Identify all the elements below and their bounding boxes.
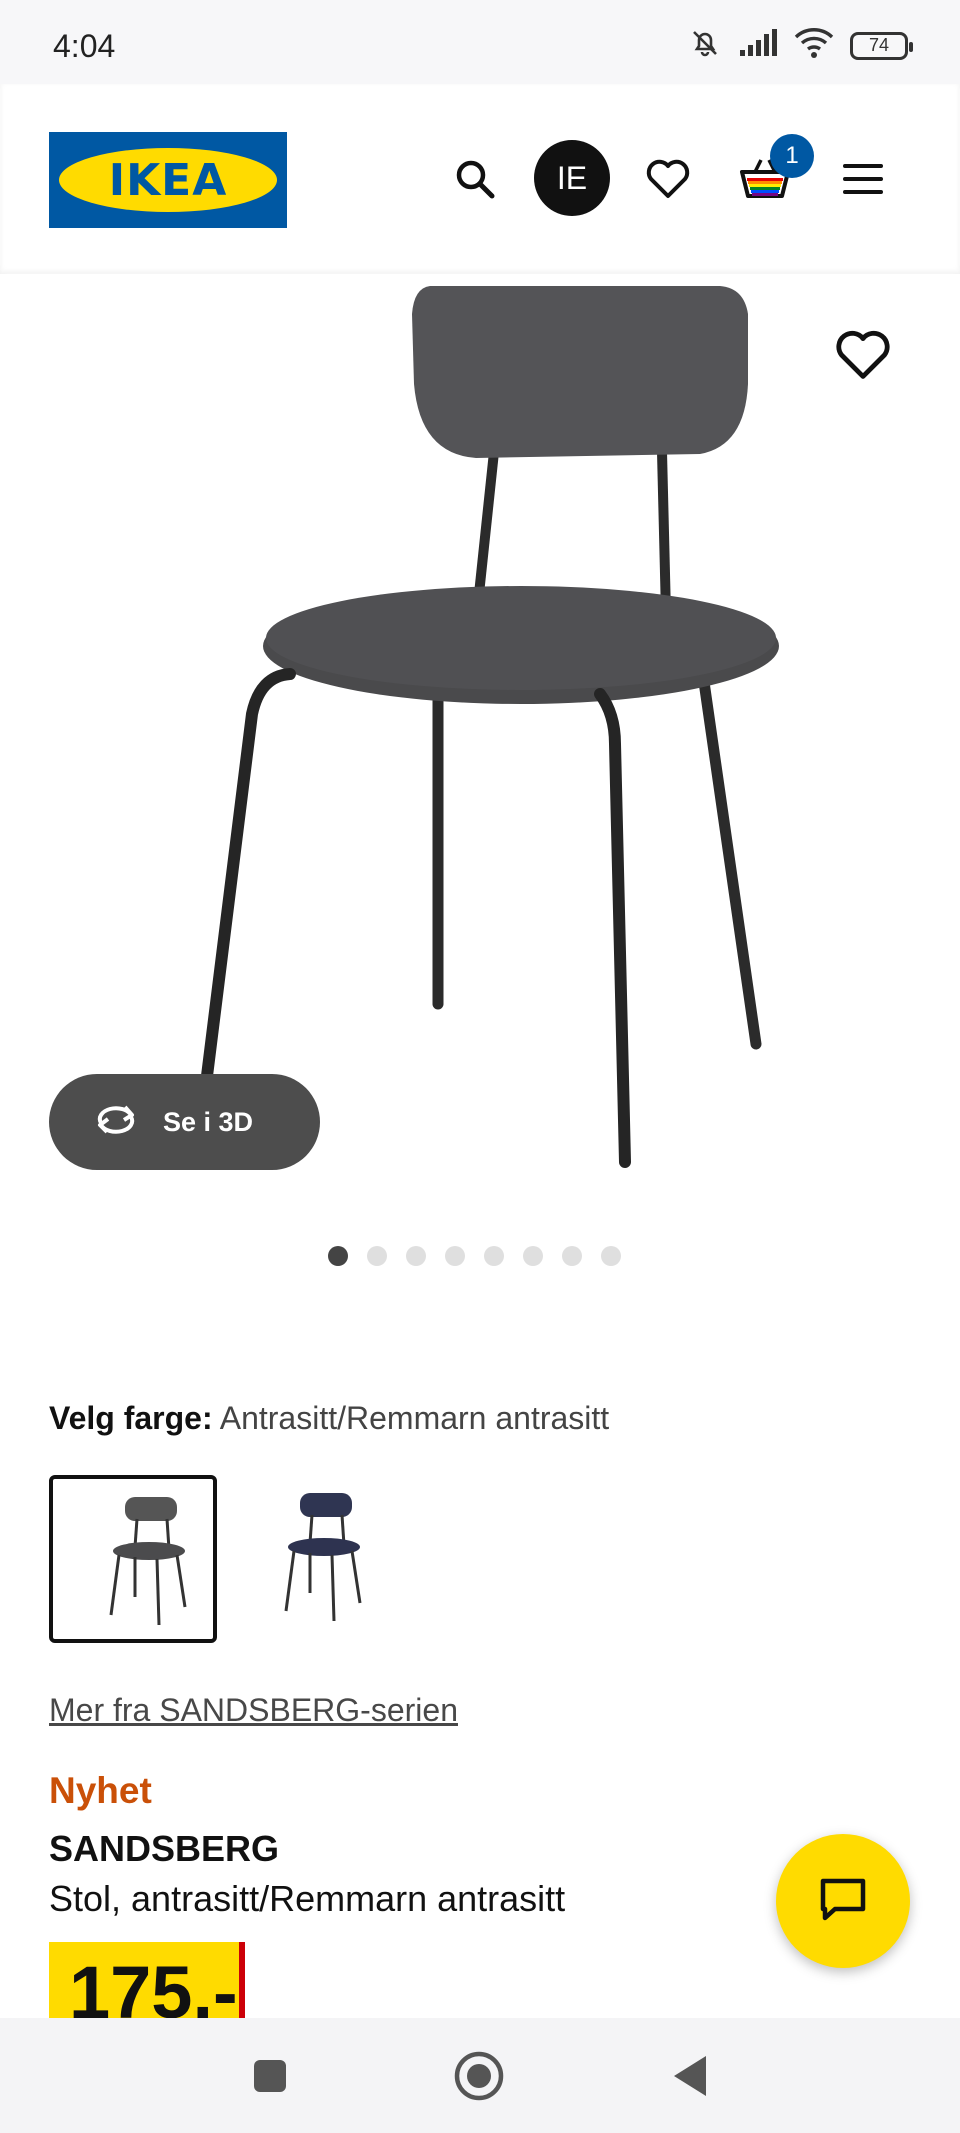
- gallery-dot[interactable]: [366, 1246, 387, 1266]
- price-tag: 175.-: [49, 1942, 245, 2018]
- gallery-dot[interactable]: [444, 1246, 465, 1266]
- gallery-dot[interactable]: [483, 1246, 504, 1266]
- status-icons: 74: [688, 26, 913, 65]
- gallery-dot[interactable]: [600, 1246, 621, 1266]
- price-value: 175.-: [69, 1951, 238, 2019]
- view-in-3d-label: Se i 3D: [163, 1106, 254, 1137]
- site-header: IKEA IE 1: [0, 84, 960, 274]
- signal-icon: [738, 28, 778, 63]
- heart-icon[interactable]: [633, 144, 703, 214]
- logo-oval: IKEA: [59, 148, 277, 212]
- battery-icon: 74: [850, 31, 913, 60]
- product-description: Stol, antrasitt/Remmarn antrasitt: [49, 1878, 566, 1919]
- color-option-blue[interactable]: [228, 1475, 396, 1643]
- color-option-antrasitt[interactable]: [49, 1475, 217, 1643]
- status-time: 4:04: [53, 28, 116, 64]
- gallery-dot[interactable]: [561, 1246, 582, 1266]
- system-nav-bar: [0, 2018, 960, 2133]
- status-bar: 4:04 74: [0, 0, 960, 84]
- chat-icon: [817, 1875, 869, 1928]
- gallery-dot[interactable]: [405, 1246, 426, 1266]
- color-value: Antrasitt/Remmarn antrasitt: [219, 1400, 610, 1436]
- gallery-dot[interactable]: [327, 1246, 348, 1266]
- product-image[interactable]: [0, 274, 960, 1204]
- menu-icon[interactable]: [828, 144, 898, 214]
- gallery-dot[interactable]: [522, 1246, 543, 1266]
- product-name: SANDSBERG: [49, 1828, 280, 1869]
- logo-text: IKEA: [108, 154, 228, 206]
- recent-apps-button[interactable]: [242, 2048, 298, 2104]
- chat-button[interactable]: [776, 1834, 910, 1968]
- gallery-pagination: [0, 1246, 954, 1266]
- view-in-3d-button[interactable]: Se i 3D: [49, 1074, 320, 1170]
- rotate-3d-icon: [91, 1099, 141, 1146]
- cart-count-badge: 1: [770, 134, 814, 178]
- color-selection: Velg farge: Antrasitt/Remmarn antrasitt: [49, 1400, 609, 1437]
- new-badge: Nyhet: [49, 1770, 152, 1811]
- color-label: Velg farge:: [49, 1400, 213, 1436]
- ikea-logo[interactable]: IKEA: [49, 132, 287, 228]
- add-to-favourites-icon[interactable]: [834, 326, 892, 384]
- search-icon[interactable]: [440, 144, 510, 214]
- country-avatar[interactable]: IE: [534, 140, 610, 216]
- wifi-icon: [794, 27, 834, 64]
- back-button[interactable]: [662, 2048, 718, 2104]
- mute-icon: [688, 26, 722, 65]
- series-link[interactable]: Mer fra SANDSBERG-serien: [49, 1692, 458, 1729]
- home-button[interactable]: [451, 2048, 507, 2104]
